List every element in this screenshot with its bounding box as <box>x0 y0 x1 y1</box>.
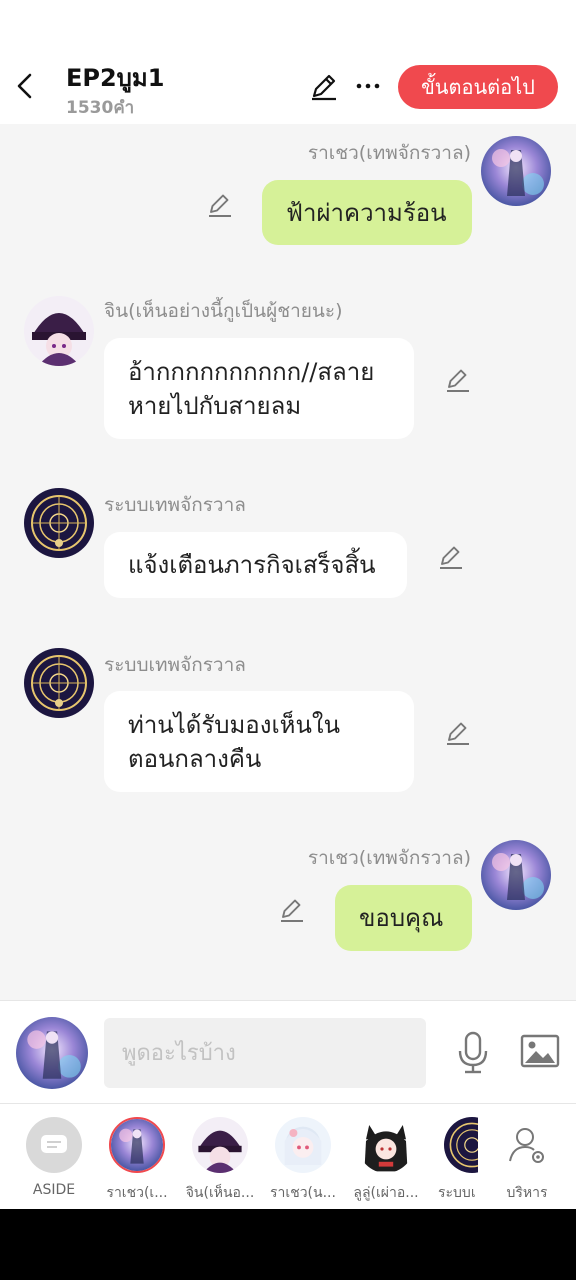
avatar[interactable] <box>481 840 551 910</box>
word-count: 1530คำ <box>66 98 135 118</box>
edit-pencil-icon[interactable] <box>436 542 466 572</box>
message-bubble: แจ้งเตือนภารกิจเสร็จสิ้น <box>104 532 407 598</box>
character-item-raceo[interactable]: ราเชว(เ... <box>102 1117 172 1204</box>
edit-pencil-icon[interactable] <box>277 895 307 925</box>
avatar[interactable] <box>24 488 94 558</box>
avatar <box>444 1117 478 1173</box>
next-step-button[interactable]: ขั้นตอนต่อไป <box>398 65 558 109</box>
sender-name: ระบบเทพจักรวาล <box>104 654 246 676</box>
image-icon[interactable] <box>520 1033 560 1069</box>
character-label: ราเชว(น... <box>270 1185 336 1201</box>
message-bubble: อ้ากกกกกกกกกก//สลาย หายไปกับสายลม <box>104 338 414 439</box>
aside-icon <box>26 1117 82 1173</box>
message-bubble: ฟ้าผ่าความร้อน <box>262 180 472 245</box>
current-character-avatar[interactable] <box>16 1017 88 1089</box>
sender-name: ระบบเทพจักรวาล <box>104 494 246 516</box>
system-nav-area <box>0 1209 576 1280</box>
character-label: บริหาร <box>506 1185 548 1201</box>
character-item-jin[interactable]: จิน(เห็นอ... <box>185 1117 255 1204</box>
message-bubble: ขอบคุณ <box>335 885 472 951</box>
edit-pencil-icon[interactable] <box>205 190 235 220</box>
manage-icon <box>499 1117 555 1173</box>
character-label: ราเชว(เ... <box>106 1185 168 1201</box>
back-arrow-icon[interactable] <box>12 68 40 104</box>
avatar[interactable] <box>481 136 551 206</box>
character-item-system[interactable]: ระบบเ <box>434 1117 478 1204</box>
episode-title: EP2บูม1 <box>66 64 165 92</box>
chat-area: ราเชว(เทพจักรวาล) ฟ้าผ่าความร้อน จิน(เห็… <box>0 124 576 1000</box>
avatar <box>275 1117 331 1173</box>
message-input[interactable] <box>104 1018 426 1088</box>
sender-name: จิน(เห็นอย่างนี้กูเป็นผู้ชายนะ) <box>104 300 343 322</box>
character-label: ASIDE <box>32 1182 76 1198</box>
edit-pencil-icon[interactable] <box>443 365 473 395</box>
more-options-icon[interactable] <box>352 70 384 102</box>
sender-name: ราเชว(เทพจักรวาล) <box>307 142 471 164</box>
edit-pencil-icon[interactable] <box>308 70 340 102</box>
avatar[interactable] <box>24 648 94 718</box>
character-label: จิน(เห็นอ... <box>185 1185 255 1201</box>
character-item-lulu[interactable]: ลูลู่(เผ่าอ... <box>351 1117 421 1204</box>
character-selector: ASIDE ราเชว(เ... จิน(เห็นอ... ราเชว(น...… <box>0 1105 576 1209</box>
avatar <box>358 1117 414 1173</box>
character-item-white[interactable]: ราเชว(น... <box>268 1117 338 1204</box>
edit-pencil-icon[interactable] <box>443 718 473 748</box>
avatar <box>192 1117 248 1173</box>
avatar[interactable] <box>24 296 94 366</box>
top-bar: EP2บูม1 1530คำ ขั้นตอนต่อไป <box>0 0 576 124</box>
message-bubble: ท่านได้รับมองเห็นใน ตอนกลางคืน <box>104 691 414 792</box>
character-label: ลูลู่(เผ่าอ... <box>353 1185 419 1201</box>
sender-name: ราเชว(เทพจักรวาล) <box>307 847 471 869</box>
microphone-icon[interactable] <box>455 1031 491 1075</box>
input-bar <box>0 1000 576 1104</box>
avatar <box>109 1117 165 1173</box>
manage-characters-button[interactable]: บริหาร <box>492 1117 562 1204</box>
character-item-aside[interactable]: ASIDE <box>19 1117 89 1198</box>
character-label: ระบบเ <box>438 1185 476 1201</box>
